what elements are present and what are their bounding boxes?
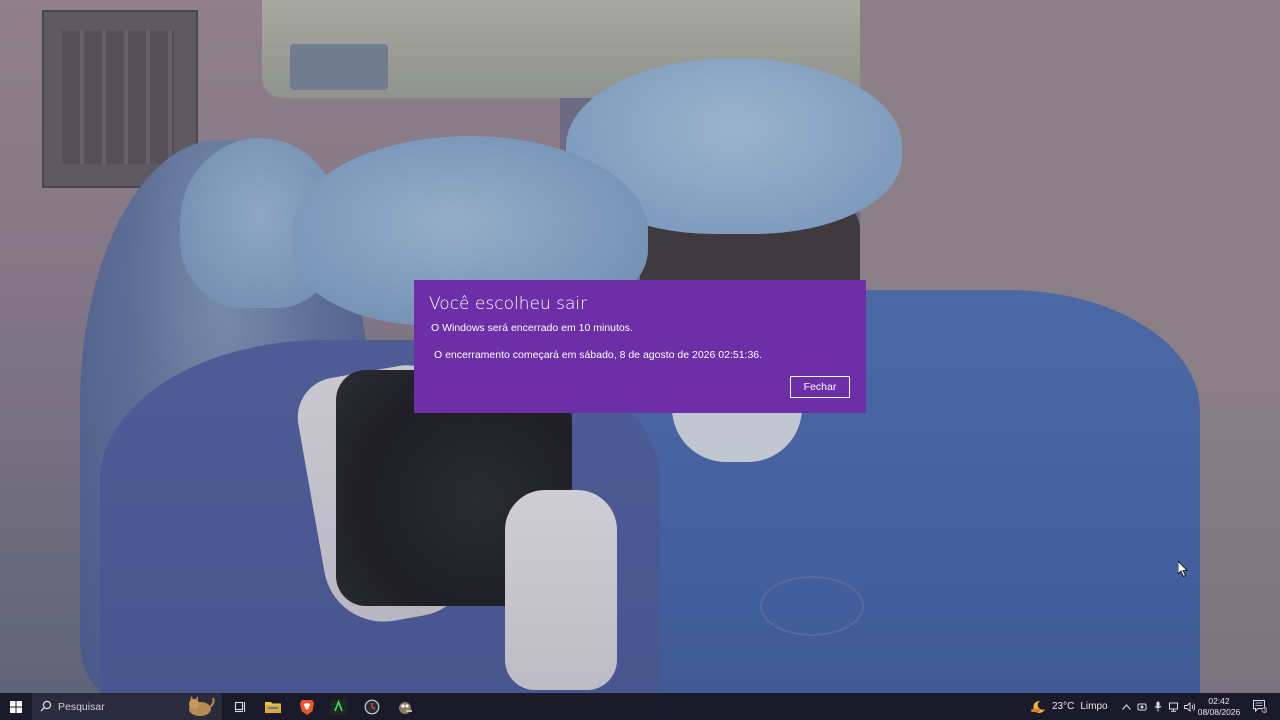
- mouse-cursor-icon: [1178, 561, 1188, 577]
- weather-temperature: 23°C: [1052, 701, 1075, 712]
- tray-camera-button[interactable]: [1134, 693, 1150, 720]
- notification-count: 3: [1263, 708, 1266, 713]
- taskbar: Pesquisar 23°C Limpo 02:42 08/08/2026 3: [0, 693, 1280, 720]
- dialog-detail: O encerramento começará em sábado, 8 de …: [434, 349, 763, 361]
- speaker-icon: [1184, 701, 1196, 712]
- chevron-up-icon: [1121, 703, 1131, 710]
- weather-condition: Limpo: [1080, 701, 1108, 712]
- network-icon: [1168, 702, 1178, 712]
- terminal-icon: [331, 698, 347, 715]
- microphone-icon: [1154, 701, 1162, 712]
- gimp-icon: [399, 701, 412, 714]
- tray-microphone-button[interactable]: [1150, 693, 1166, 720]
- taskbar-app-brave[interactable]: [292, 693, 322, 720]
- wallpaper-gown-logo: [760, 576, 864, 636]
- desktop: Você escolheu sair O Windows será encerr…: [0, 0, 1280, 720]
- taskbar-clock[interactable]: 02:42 08/08/2026: [1196, 693, 1242, 720]
- search-icon: [40, 700, 52, 712]
- wallpaper-glove-right: [505, 490, 617, 690]
- tray-overflow-button[interactable]: [1118, 693, 1134, 720]
- search-box[interactable]: Pesquisar: [32, 693, 222, 720]
- task-view-button[interactable]: [228, 693, 252, 720]
- clock-icon: [364, 699, 380, 714]
- dialog-title: Você escolheu sair: [429, 294, 588, 314]
- search-placeholder: Pesquisar: [58, 700, 105, 713]
- start-button[interactable]: [0, 693, 32, 720]
- folder-icon: [265, 701, 281, 713]
- taskbar-app-file-explorer[interactable]: [258, 693, 288, 720]
- weather-widget[interactable]: 23°C Limpo: [1030, 693, 1110, 720]
- notification-icon: 3: [1253, 700, 1267, 713]
- camera-icon: [1137, 703, 1147, 710]
- weather-moon-icon: [1031, 700, 1045, 713]
- brave-lion-icon: [300, 699, 314, 715]
- windows-logo-icon: [10, 700, 22, 713]
- task-view-icon: [234, 701, 246, 712]
- notification-center-button[interactable]: 3: [1248, 693, 1272, 720]
- taskbar-app-clock[interactable]: [357, 693, 387, 720]
- dialog-message: O Windows será encerrado em 10 minutos.: [431, 322, 633, 334]
- tray-network-button[interactable]: [1166, 693, 1182, 720]
- wallpaper-wall-panel-detail: [62, 30, 174, 164]
- taskbar-app-terminal[interactable]: [324, 693, 354, 720]
- clock-time: 02:42: [1208, 695, 1230, 706]
- search-highlight-cat-icon: [189, 696, 215, 716]
- close-button[interactable]: Fechar: [790, 376, 850, 398]
- clock-date: 08/08/2026: [1197, 706, 1241, 717]
- shutdown-dialog: Você escolheu sair O Windows será encerr…: [414, 280, 866, 413]
- wallpaper-lamp-panel: [290, 44, 388, 90]
- taskbar-app-gimp[interactable]: [390, 693, 420, 720]
